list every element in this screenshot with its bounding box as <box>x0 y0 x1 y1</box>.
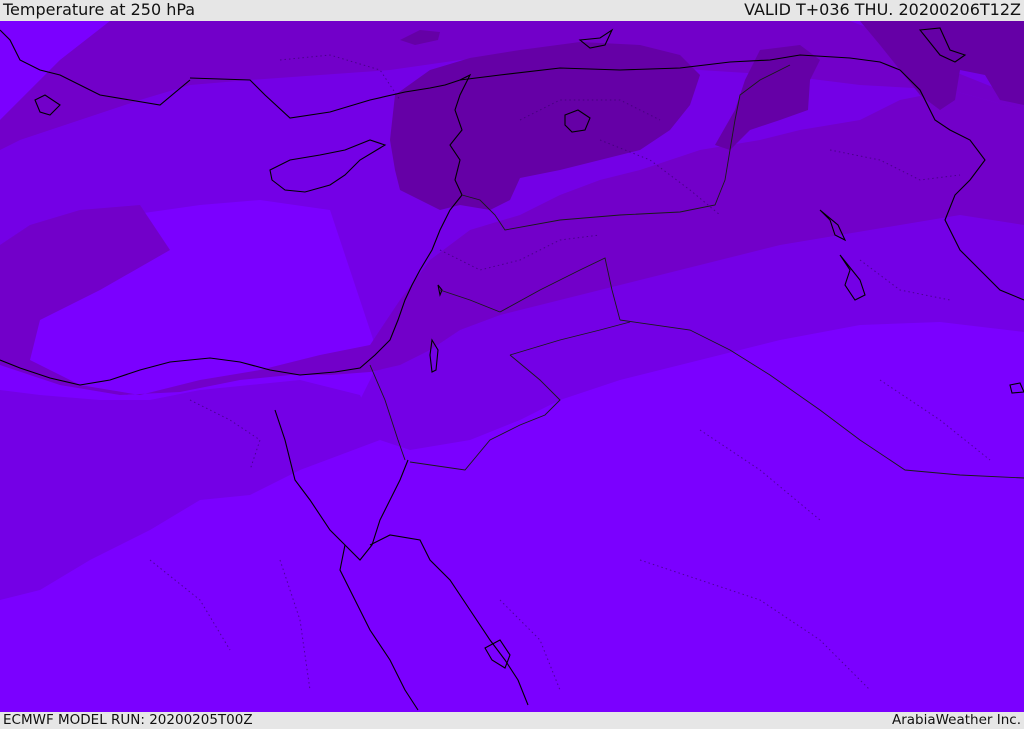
temperature-map <box>0 21 1024 712</box>
footer-bar: ECMWF MODEL RUN: 20200205T00Z ArabiaWeat… <box>0 712 1024 729</box>
valid-time: VALID T+036 THU. 20200206T12Z <box>744 0 1021 19</box>
header-bar: Temperature at 250 hPa VALID T+036 THU. … <box>0 0 1024 21</box>
map-title: Temperature at 250 hPa <box>3 0 196 19</box>
credit-text: ArabiaWeather Inc. <box>891 712 1021 728</box>
model-run: ECMWF MODEL RUN: 20200205T00Z <box>3 712 253 728</box>
map-area[interactable] <box>0 21 1024 712</box>
